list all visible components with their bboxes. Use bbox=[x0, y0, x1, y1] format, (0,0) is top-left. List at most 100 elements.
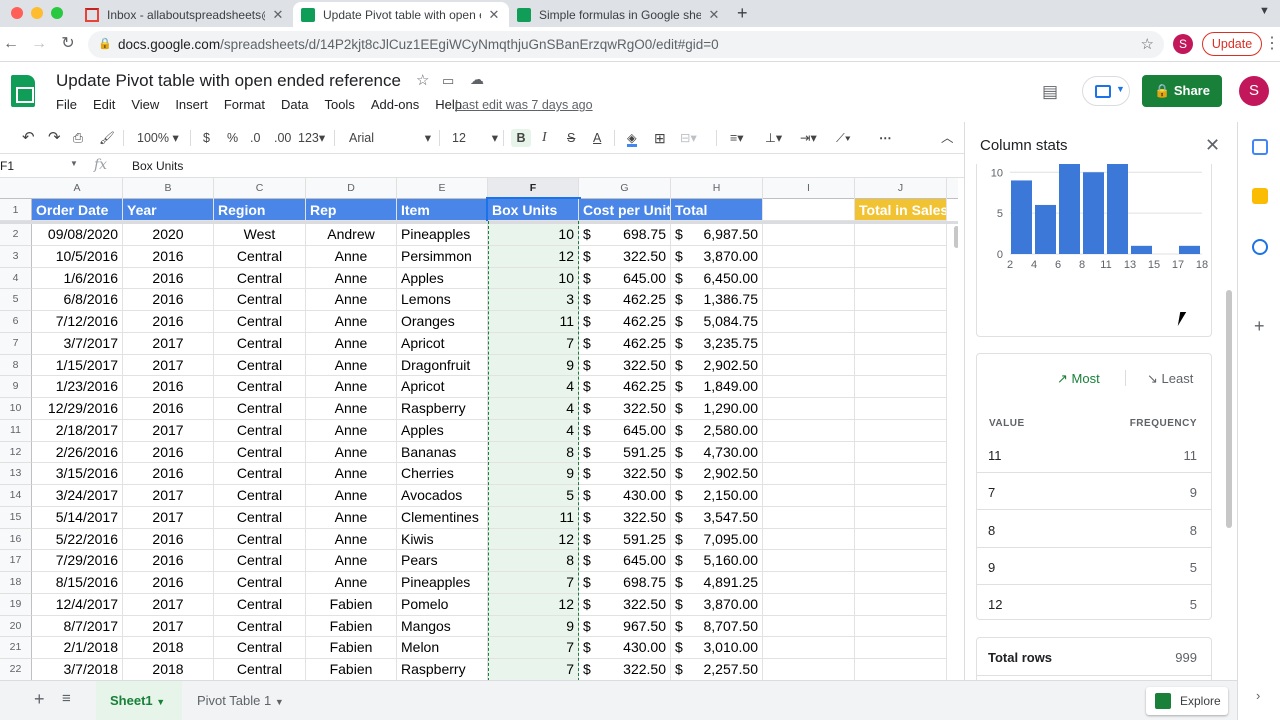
table-cell[interactable] bbox=[763, 354, 855, 377]
table-cell[interactable] bbox=[855, 289, 947, 311]
table-cell[interactable]: 11 bbox=[488, 506, 579, 529]
table-cell[interactable]: 2016 bbox=[123, 463, 214, 485]
table-cell[interactable] bbox=[855, 311, 947, 333]
font-size-select[interactable]: 12 ▾ bbox=[452, 129, 498, 147]
table-cell[interactable]: $2,580.00 bbox=[671, 419, 763, 442]
table-cell[interactable]: Central bbox=[214, 572, 306, 594]
menu-addons[interactable]: Add-ons bbox=[363, 97, 427, 112]
table-cell[interactable] bbox=[763, 224, 855, 246]
table-cell[interactable]: Central bbox=[214, 267, 306, 290]
table-cell[interactable]: Central bbox=[214, 550, 306, 572]
table-cell[interactable]: 2017 bbox=[123, 354, 214, 377]
table-cell[interactable]: Anne bbox=[306, 485, 397, 507]
table-cell[interactable]: 10/5/2016 bbox=[32, 245, 123, 268]
table-cell[interactable]: $3,870.00 bbox=[671, 593, 763, 616]
table-cell[interactable]: 11 bbox=[488, 311, 579, 333]
close-icon[interactable]: ✕ bbox=[271, 7, 285, 23]
frequency-row[interactable]: 79 bbox=[977, 473, 1211, 511]
borders-icon[interactable]: ⊞ bbox=[654, 129, 666, 147]
row-header[interactable]: 12 bbox=[0, 441, 32, 464]
table-cell[interactable]: 1/15/2017 bbox=[32, 354, 123, 377]
row-header[interactable]: 22 bbox=[0, 659, 32, 680]
table-cell[interactable]: $2,902.50 bbox=[671, 354, 763, 377]
table-cell[interactable] bbox=[763, 419, 855, 442]
table-cell[interactable]: 3/7/2017 bbox=[32, 332, 123, 355]
table-cell[interactable]: Central bbox=[214, 659, 306, 680]
table-cell[interactable] bbox=[855, 376, 947, 398]
table-cell[interactable]: $3,235.75 bbox=[671, 332, 763, 355]
header-cell[interactable]: Box Units bbox=[486, 197, 581, 223]
table-cell[interactable]: $1,386.75 bbox=[671, 289, 763, 311]
table-cell[interactable]: $322.50 bbox=[579, 593, 671, 616]
table-cell[interactable]: Kiwis bbox=[397, 528, 488, 551]
sheet-tab-pivot[interactable]: Pivot Table 1 ▼ bbox=[183, 681, 303, 720]
table-cell[interactable]: $4,891.25 bbox=[671, 572, 763, 594]
table-cell[interactable]: 2016 bbox=[123, 528, 214, 551]
decrease-decimal-button[interactable]: .0 bbox=[250, 129, 260, 147]
table-cell[interactable]: Anne bbox=[306, 572, 397, 594]
table-cell[interactable]: 3 bbox=[488, 289, 579, 311]
table-cell[interactable]: Anne bbox=[306, 354, 397, 377]
table-cell[interactable]: Central bbox=[214, 637, 306, 659]
row-header[interactable]: 7 bbox=[0, 332, 32, 355]
frequency-row[interactable]: 95 bbox=[977, 548, 1211, 585]
table-cell[interactable]: Pineapples bbox=[397, 572, 488, 594]
panel-scrollbar[interactable] bbox=[1226, 290, 1232, 528]
row-header[interactable]: 10 bbox=[0, 398, 32, 420]
table-cell[interactable]: $698.75 bbox=[579, 572, 671, 594]
table-cell[interactable]: Central bbox=[214, 485, 306, 507]
table-cell[interactable]: Dragonfruit bbox=[397, 354, 488, 377]
name-box[interactable]: F1 bbox=[0, 159, 80, 173]
table-cell[interactable]: Pears bbox=[397, 550, 488, 572]
percent-format-button[interactable]: % bbox=[227, 129, 238, 147]
header-cell[interactable]: Total bbox=[671, 199, 763, 221]
table-cell[interactable]: Persimmon bbox=[397, 245, 488, 268]
table-cell[interactable]: West bbox=[214, 224, 306, 246]
table-cell[interactable]: Fabien bbox=[306, 659, 397, 680]
table-cell[interactable]: Anne bbox=[306, 419, 397, 442]
table-cell[interactable]: $322.50 bbox=[579, 354, 671, 377]
all-sheets-icon[interactable]: ≡ bbox=[62, 690, 71, 707]
table-cell[interactable]: Apricot bbox=[397, 376, 488, 398]
column-header-j[interactable]: J bbox=[855, 178, 947, 199]
table-cell[interactable]: $1,290.00 bbox=[671, 398, 763, 420]
table-cell[interactable]: Cherries bbox=[397, 463, 488, 485]
vertical-align-icon[interactable]: ⊥▾ bbox=[765, 129, 782, 147]
table-cell[interactable]: $462.25 bbox=[579, 332, 671, 355]
row-header[interactable]: 19 bbox=[0, 593, 32, 616]
table-cell[interactable]: 3/15/2016 bbox=[32, 463, 123, 485]
table-cell[interactable] bbox=[855, 528, 947, 551]
bookmark-star-icon[interactable]: ☆ bbox=[1141, 31, 1154, 58]
row-header[interactable]: 4 bbox=[0, 267, 32, 290]
browser-tab-formulas[interactable]: Simple formulas in Google she ✕ bbox=[509, 2, 729, 27]
table-cell[interactable]: Anne bbox=[306, 267, 397, 290]
window-close-icon[interactable] bbox=[11, 7, 23, 19]
table-cell[interactable]: $462.25 bbox=[579, 376, 671, 398]
table-cell[interactable]: $3,547.50 bbox=[671, 506, 763, 529]
font-select[interactable]: Arial ▾ bbox=[349, 129, 431, 147]
table-cell[interactable] bbox=[855, 245, 947, 268]
table-cell[interactable]: Avocados bbox=[397, 485, 488, 507]
table-cell[interactable]: 7/29/2016 bbox=[32, 550, 123, 572]
table-cell[interactable]: Central bbox=[214, 528, 306, 551]
table-cell[interactable]: 8/15/2016 bbox=[32, 572, 123, 594]
table-cell[interactable] bbox=[763, 245, 855, 268]
header-cell[interactable]: Item bbox=[397, 199, 488, 221]
menu-file[interactable]: File bbox=[48, 97, 85, 112]
table-cell[interactable]: Central bbox=[214, 506, 306, 529]
chevron-down-icon[interactable]: ▼ bbox=[70, 159, 78, 168]
table-cell[interactable]: Lemons bbox=[397, 289, 488, 311]
table-cell[interactable]: 12 bbox=[488, 593, 579, 616]
italic-button[interactable]: I bbox=[542, 129, 547, 147]
merge-cells-icon[interactable]: ⊟▾ bbox=[680, 129, 697, 147]
table-cell[interactable]: 2016 bbox=[123, 245, 214, 268]
user-avatar[interactable]: S bbox=[1239, 76, 1269, 106]
table-cell[interactable] bbox=[763, 550, 855, 572]
table-cell[interactable]: Anne bbox=[306, 528, 397, 551]
header-cell[interactable] bbox=[763, 199, 855, 221]
table-cell[interactable]: 2016 bbox=[123, 376, 214, 398]
row-header[interactable]: 9 bbox=[0, 376, 32, 398]
table-cell[interactable]: 2020 bbox=[123, 224, 214, 246]
table-cell[interactable] bbox=[763, 506, 855, 529]
menu-data[interactable]: Data bbox=[273, 97, 316, 112]
